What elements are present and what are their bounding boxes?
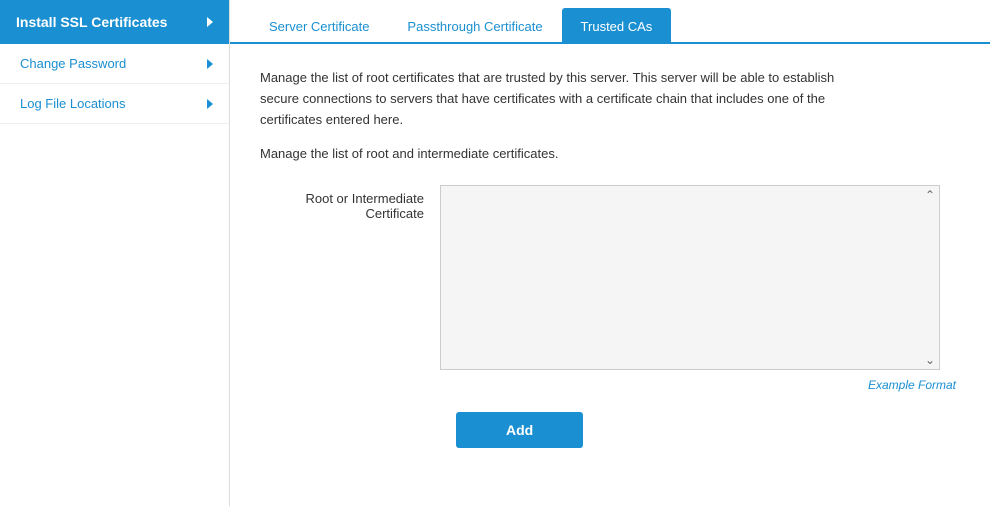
tab-server-certificate[interactable]: Server Certificate: [250, 8, 388, 44]
chevron-right-icon: [207, 17, 213, 27]
tab-server-certificate-label: Server Certificate: [269, 19, 369, 34]
certificate-field-label: Root or Intermediate Certificate: [260, 185, 440, 221]
scroll-down-icon[interactable]: ⌄: [925, 353, 935, 367]
tab-passthrough-certificate-label: Passthrough Certificate: [407, 19, 542, 34]
example-format-link[interactable]: Example Format: [456, 378, 956, 392]
description-text-1: Manage the list of root certificates tha…: [260, 68, 860, 130]
tab-bar: Server Certificate Passthrough Certifica…: [230, 0, 990, 44]
chevron-right-icon: [207, 99, 213, 109]
sidebar: Install SSL Certificates Change Password…: [0, 0, 230, 506]
sidebar-item-change-password[interactable]: Change Password: [0, 44, 229, 84]
tab-trusted-cas[interactable]: Trusted CAs: [562, 8, 672, 44]
certificate-textarea-wrapper: ⌃ ⌄: [440, 185, 940, 370]
chevron-right-icon: [207, 59, 213, 69]
tab-passthrough-certificate[interactable]: Passthrough Certificate: [388, 8, 561, 44]
sidebar-item-log-file-locations-label: Log File Locations: [20, 96, 126, 111]
add-button[interactable]: Add: [456, 412, 583, 448]
content-area: Manage the list of root certificates tha…: [230, 44, 990, 472]
main-content: Server Certificate Passthrough Certifica…: [230, 0, 990, 506]
description-text-2: Manage the list of root and intermediate…: [260, 146, 960, 161]
tab-trusted-cas-label: Trusted CAs: [581, 19, 653, 34]
sidebar-item-change-password-label: Change Password: [20, 56, 126, 71]
certificate-textarea[interactable]: [441, 186, 939, 366]
sidebar-item-log-file-locations[interactable]: Log File Locations: [0, 84, 229, 124]
sidebar-item-install-ssl-label: Install SSL Certificates: [16, 14, 167, 30]
scroll-up-icon[interactable]: ⌃: [925, 188, 935, 202]
sidebar-item-install-ssl[interactable]: Install SSL Certificates: [0, 0, 229, 44]
certificate-form-row: Root or Intermediate Certificate ⌃ ⌄: [260, 185, 960, 370]
